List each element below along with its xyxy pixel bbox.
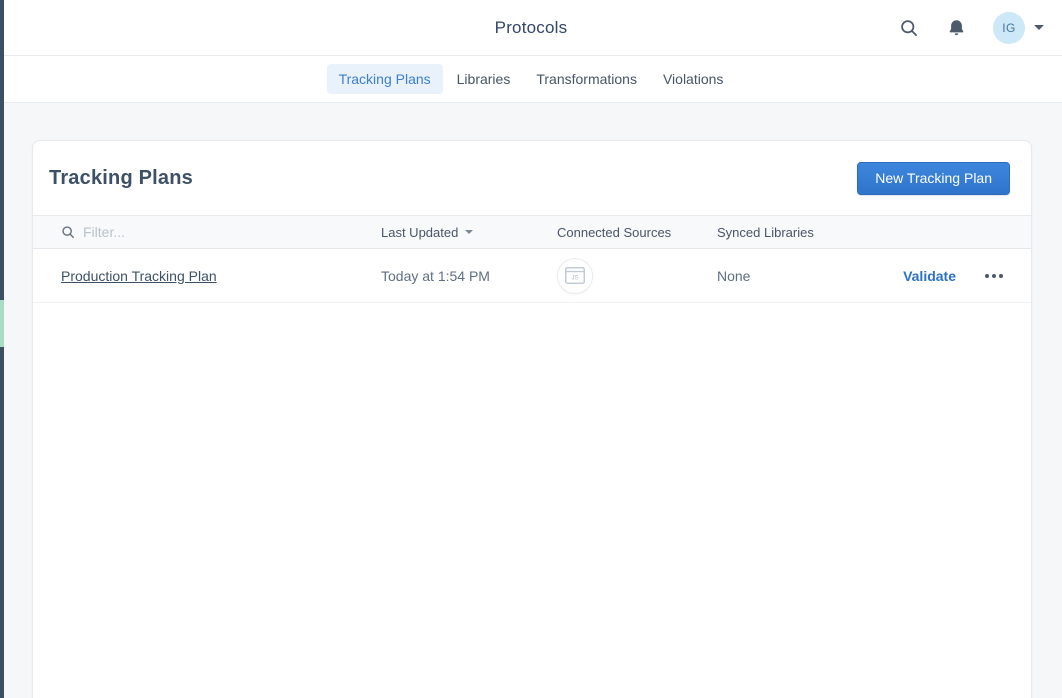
search-icon [899,18,919,38]
new-tracking-plan-button[interactable]: New Tracking Plan [857,162,1010,195]
last-updated-cell: Today at 1:54 PM [381,268,490,284]
account-menu[interactable]: IG [993,12,1044,44]
card-header: Tracking Plans New Tracking Plan [33,141,1031,215]
tab-violations[interactable]: Violations [651,64,735,94]
column-header-synced-libraries: Synced Libraries [717,225,814,240]
overflow-menu-button[interactable] [983,270,1005,282]
avatar[interactable]: IG [993,12,1025,44]
tracking-plan-row: Production Tracking Plan Today at 1:54 P… [33,249,1031,303]
validate-link[interactable]: Validate [903,268,956,284]
tab-transformations[interactable]: Transformations [524,64,649,94]
header-actions: IG [899,12,1062,44]
connected-source-badge[interactable]: JS [557,258,593,294]
svg-text:JS: JS [571,275,578,282]
synced-libraries-cell: None [717,268,750,284]
column-label-last-updated: Last Updated [381,225,458,240]
sort-caret-icon [465,230,473,234]
table-header-row: Last Updated Connected Sources Synced Li… [33,215,1031,249]
app-header: Protocols IG [0,0,1062,56]
tab-libraries[interactable]: Libraries [445,64,523,94]
tab-bar: Tracking Plans Libraries Transformations… [0,56,1062,103]
collapsed-sidebar-strip [0,0,4,698]
column-header-connected-sources: Connected Sources [557,225,671,240]
filter-search-icon [61,225,75,239]
chevron-down-icon[interactable] [1034,25,1044,30]
main-content: Tracking Plans New Tracking Plan Las [0,103,1062,698]
filter-field [61,224,303,240]
card-title: Tracking Plans [49,167,193,190]
filter-input[interactable] [83,224,303,240]
javascript-website-source-icon: JS [565,267,585,284]
tracking-plans-card: Tracking Plans New Tracking Plan Las [32,140,1032,698]
notifications-button[interactable] [947,18,966,38]
bell-icon [947,18,966,38]
tracking-plan-link[interactable]: Production Tracking Plan [61,268,217,284]
tab-tracking-plans[interactable]: Tracking Plans [327,64,443,94]
table-empty-area [33,303,1031,698]
column-header-last-updated[interactable]: Last Updated [381,225,473,240]
search-button[interactable] [899,18,919,38]
overflow-menu-icon [985,274,989,278]
sidebar-highlight-segment [0,300,4,347]
